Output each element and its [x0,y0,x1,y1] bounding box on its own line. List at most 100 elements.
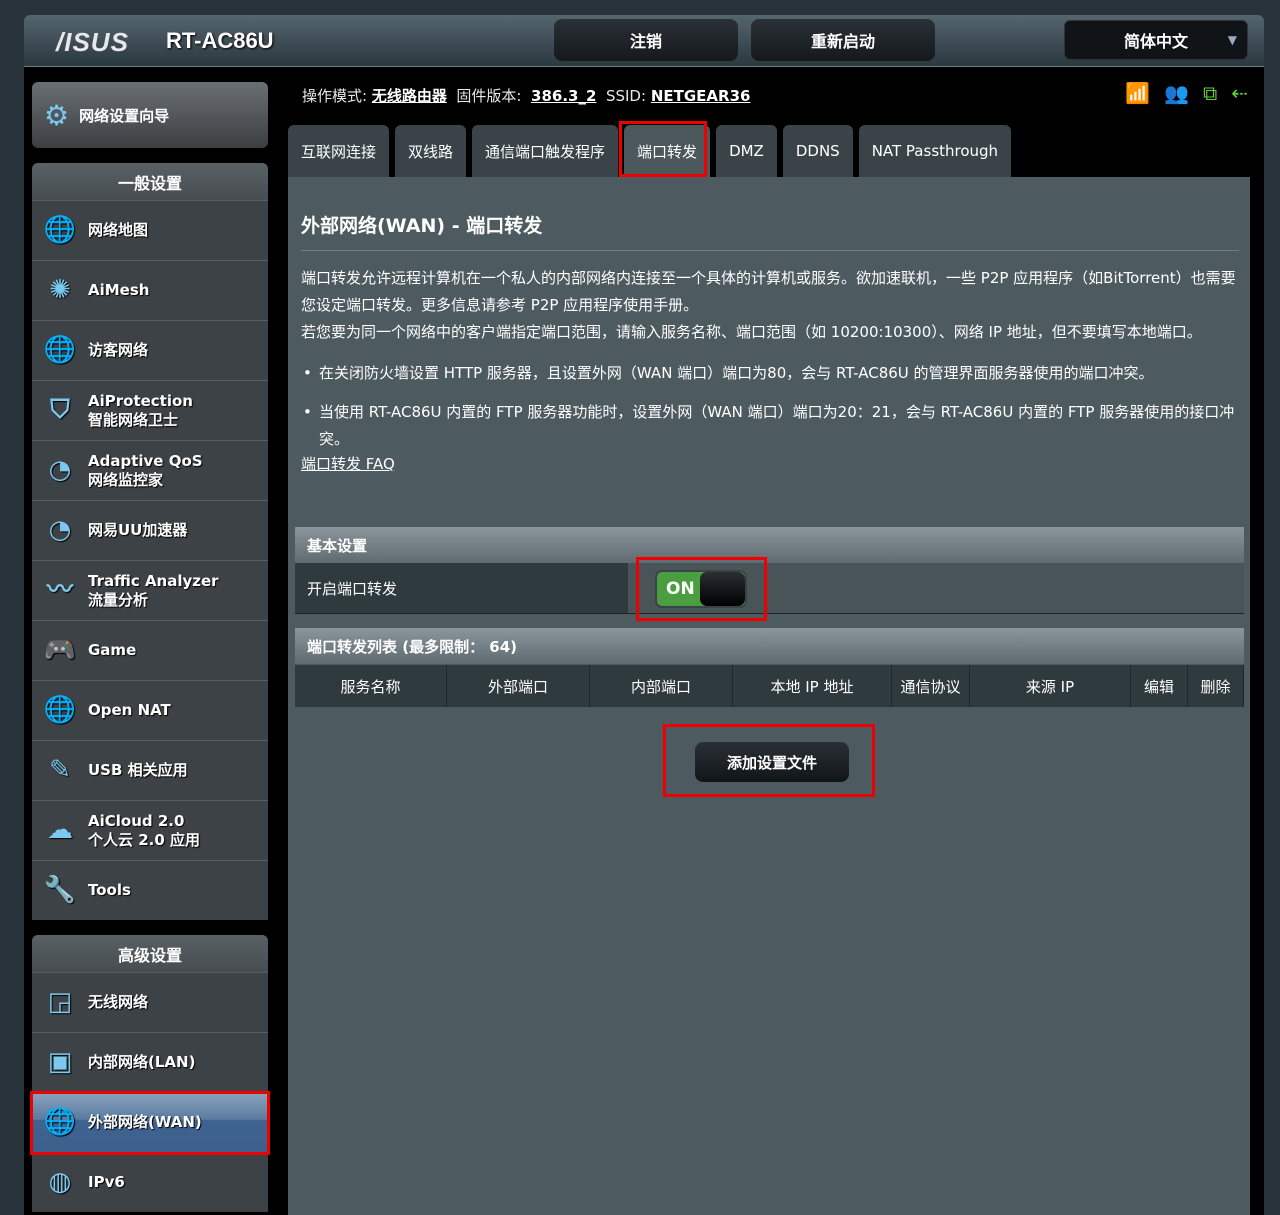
wrench-icon: 🔧 [43,875,77,905]
sidebar-item[interactable]: 🎮 Game [32,620,268,680]
label-line: AiMesh [88,281,150,299]
advanced-settings-title: 高级设置 [32,935,268,972]
chevron-down-icon: ▼ [1227,33,1237,47]
tab[interactable]: 互联网连接 [288,125,390,177]
usb-icon: ✎ [49,755,71,785]
label-line: 网络地图 [88,221,149,239]
port-forward-list-header: 端口转发列表 (最多限制： 64) [295,628,1244,664]
logout-button[interactable]: 注销 [554,19,738,61]
sidebar-item[interactable]: ◍ IPv6 [32,1152,268,1212]
label-line: IPv6 [88,1173,125,1191]
gauge-icon: ◔ [48,455,72,485]
sidebar-item-label: Game [88,641,136,660]
language-select[interactable]: 简体中文 ▼ [1064,20,1248,60]
wizard-label: 网络设置向导 [79,106,170,125]
sidebar-item-label: Adaptive QoS 网络监控家 [88,452,203,490]
column-header: 本地 IP 地址 [733,665,892,707]
sidebar-item-label: Traffic Analyzer 流量分析 [88,572,219,610]
usb-icon[interactable]: ⇠ [1231,81,1248,105]
add-profile-button[interactable]: 添加设置文件 [695,742,849,782]
tab[interactable]: DDNS [782,125,853,177]
description-paragraph: 若您要为同一个网络中的客户端指定端口范围，请输入服务名称、端口范围（如 1020… [301,323,1202,341]
traffic-icon: 〰 [46,575,73,605]
sidebar-item[interactable]: ◔ Adaptive QoS 网络监控家 [32,440,268,500]
sidebar-item[interactable]: 🔧 Tools [32,860,268,920]
wireless-icon: ◲ [47,987,73,1017]
sidebar-item[interactable]: ◲ 无线网络 [32,972,268,1032]
general-settings-menu: 一般设置 🌐 网络地图 ✺ AiMesh 🌐 访客网络 ⛉ AiProtection 智能网络卫… [32,163,268,920]
column-header: 外部端口 [447,665,590,707]
advanced-settings-menu: 高级设置 ◲ 无线网络 ▣ 内部网络(LAN) 🌐 外部网络(WAN) ◍ IPv6 [32,935,268,1212]
sidebar-item-label: AiMesh [88,281,149,300]
devices-icon[interactable]: ⧉ [1203,81,1217,105]
enable-toggle[interactable]: ON [655,570,747,608]
sidebar-item[interactable]: 🌐 访客网络 [32,320,268,380]
sidebar-item[interactable]: ✺ AiMesh [32,260,268,320]
note-item: 在关闭防火墙设置 HTTP 服务器，且设置外网（WAN 端口）端口为80，会与 … [301,360,1241,387]
enable-label: 开启端口转发 [295,563,628,613]
sidebar-item-label: Tools [88,881,131,900]
lan-icon: ▣ [47,1047,73,1077]
general-settings-title: 一般设置 [32,163,268,200]
basic-settings-header: 基本设置 [295,527,1244,563]
sidebar-item[interactable]: ☁ AiCloud 2.0 个人云 2.0 应用 [32,800,268,860]
divider [301,250,1239,251]
sidebar-item-label: USB 相关应用 [88,761,188,780]
tab[interactable]: DMZ [716,125,777,177]
column-header: 内部端口 [590,665,733,707]
sidebar-item[interactable]: ◔ 网易UU加速器 [32,500,268,560]
top-header: /ISUS RT-AC86U 注销 重新启动 简体中文 ▼ [24,15,1264,67]
sidebar-item[interactable]: 🌐 网络地图 [32,200,268,260]
column-header: 编辑 [1131,665,1188,707]
label-line: AiCloud 2.0 [88,811,185,830]
reboot-button[interactable]: 重新启动 [751,19,935,61]
status-icons: 📶 👥 ⧉ ⇠ [1125,81,1248,105]
ssid-link[interactable]: NETGEAR36 [651,87,751,105]
router-frame: /ISUS RT-AC86U 注销 重新启动 简体中文 ▼ 操作模式: 无线路由器… [24,15,1264,1215]
setup-wizard-button[interactable]: ⚙ 网络设置向导 [32,82,268,148]
description-paragraph: 端口转发允许远程计算机在一个私人的内部网络内连接至一个具体的计算机或服务。欲加速… [301,269,1236,314]
open-nat-icon: 🌐 [43,695,77,725]
label-line: 外部网络(WAN) [88,1113,202,1131]
label-line: 无线网络 [88,993,149,1011]
sidebar-item[interactable]: 🌐 Open NAT [32,680,268,740]
tab[interactable]: 双线路 [395,125,467,177]
sidebar-item-label: 访客网络 [88,341,148,360]
ssid-label: SSID: [605,87,647,105]
column-header: 来源 IP [970,665,1131,707]
wifi-icon[interactable]: 📶 [1125,81,1150,105]
column-header: 服务名称 [295,665,447,707]
sidebar-item-label: Open NAT [88,701,171,720]
sidebar-item[interactable]: 〰 Traffic Analyzer 流量分析 [32,560,268,620]
cloud-icon: ☁ [47,815,73,845]
column-header: 通信协议 [892,665,970,707]
sidebar-item[interactable]: ⛉ AiProtection 智能网络卫士 [32,380,268,440]
tab[interactable]: NAT Passthrough [858,125,1012,177]
label-subline: 个人云 2.0 应用 [88,830,201,849]
fw-link[interactable]: 386.3_2 [531,87,596,105]
label-line: Game [88,641,137,659]
label-line: Open NAT [88,701,171,719]
sidebar-item[interactable]: ✎ USB 相关应用 [32,740,268,800]
tab[interactable]: 端口转发 [624,125,711,177]
globe-icon: 🌐 [43,1107,77,1137]
sidebar-item-label: 内部网络(LAN) [88,1053,195,1072]
page-title: 外部网络(WAN) - 端口转发 [301,215,543,237]
tab[interactable]: 通信端口触发程序 [472,125,619,177]
label-line: 访客网络 [88,341,149,359]
content-panel: 外部网络(WAN) - 端口转发 端口转发允许远程计算机在一个私人的内部网络内连… [288,177,1250,1215]
faq-link[interactable]: 端口转发 FAQ [301,455,395,473]
note-item: 当使用 RT-AC86U 内置的 FTP 服务器功能时，设置外网（WAN 端口）… [301,399,1241,453]
label-line: AiProtection [88,391,193,410]
toggle-knob [700,572,745,606]
toggle-state: ON [666,579,695,599]
shield-icon: ⛉ [50,395,70,425]
label-line: 网易UU加速器 [88,521,188,539]
mode-link[interactable]: 无线路由器 [372,87,447,105]
label-subline: 智能网络卫士 [88,410,179,429]
clients-icon[interactable]: 👥 [1164,81,1189,105]
sidebar-item-label: 外部网络(WAN) [88,1113,202,1132]
sidebar-item[interactable]: ▣ 内部网络(LAN) [32,1032,268,1092]
sidebar-item[interactable]: 🌐 外部网络(WAN) [32,1092,268,1152]
sidebar-item-label: 无线网络 [88,993,148,1012]
